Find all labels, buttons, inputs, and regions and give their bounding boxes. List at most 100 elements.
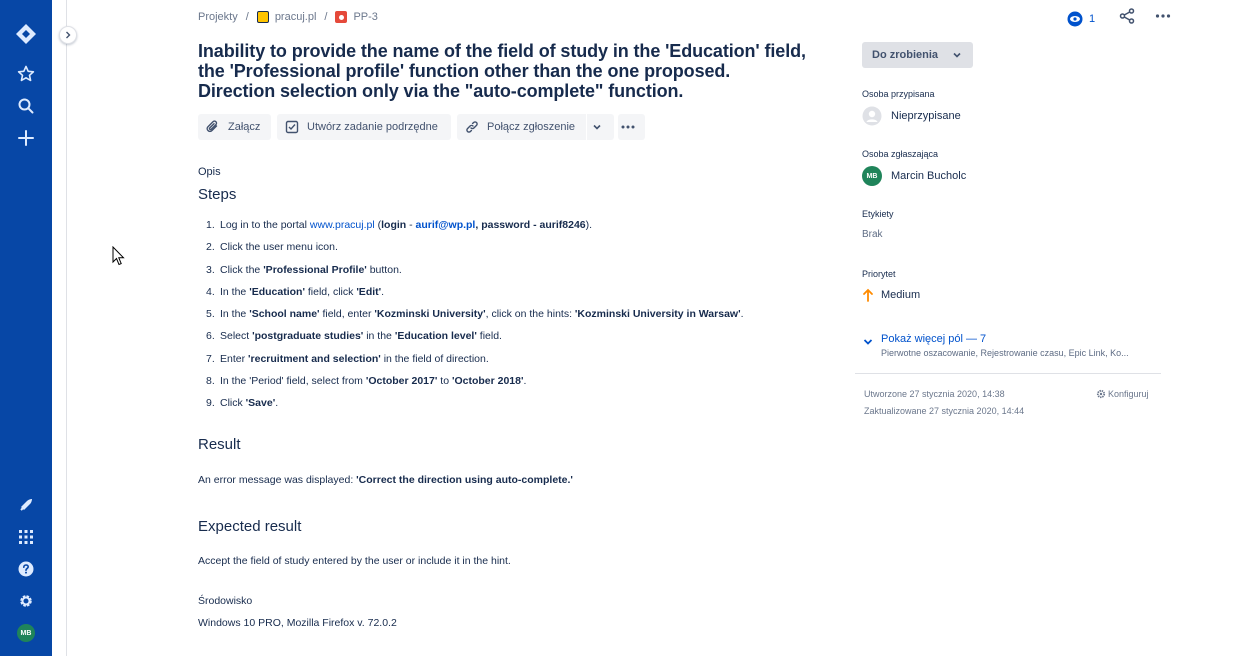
labels-label: Etykiety bbox=[862, 209, 894, 219]
step-text-part: Enter bbox=[220, 352, 249, 365]
issue-actions-top: 1 bbox=[1067, 8, 1171, 29]
breadcrumb-project-link[interactable]: pracuj.pl bbox=[275, 11, 317, 23]
share-button[interactable] bbox=[1119, 8, 1135, 29]
step-number: 9. bbox=[206, 397, 215, 410]
step-item: 3. Click the 'Professional Profile' butto… bbox=[198, 263, 818, 285]
step-text-part: . bbox=[381, 285, 385, 298]
priority-label: Priorytet bbox=[862, 269, 896, 279]
issue-title[interactable]: Inability to provide the name of the fie… bbox=[198, 41, 838, 101]
more-actions-button[interactable] bbox=[1155, 8, 1171, 29]
step-text-part: field. bbox=[476, 330, 502, 343]
step-text-part: 'Education level' bbox=[394, 330, 477, 343]
step-link[interactable]: aurif@wp.pl bbox=[416, 219, 476, 231]
result-heading: Result bbox=[198, 436, 241, 453]
created-timestamp: Utworzone 27 stycznia 2020, 14:38 bbox=[864, 389, 1005, 399]
step-text-part: 'recruitment and selection' bbox=[248, 352, 381, 365]
attach-button[interactable]: Załącz bbox=[198, 114, 271, 140]
priority-field[interactable]: Medium bbox=[862, 288, 920, 302]
reporter-value: Marcin Bucholc bbox=[891, 170, 967, 182]
step-text-part: ). bbox=[585, 219, 593, 231]
link-issue-label: Połącz zgłoszenie bbox=[487, 121, 576, 133]
step-text-part: field, click bbox=[304, 285, 357, 298]
link-icon bbox=[466, 121, 478, 133]
show-more-fields[interactable]: Pokaż więcej pól — 7 Pierwotne oszacowan… bbox=[862, 333, 1129, 358]
expected-heading: Expected result bbox=[198, 518, 302, 535]
create-subtask-button[interactable]: Utwórz zadanie podrzędne bbox=[277, 114, 451, 140]
jira-logo-icon[interactable] bbox=[14, 22, 38, 46]
step-text-part: 'Save' bbox=[245, 397, 276, 410]
step-text: Click the 'Professional Profile' button. bbox=[220, 263, 402, 285]
step-text-part: button. bbox=[366, 263, 402, 276]
more-horizontal-icon bbox=[1156, 14, 1171, 18]
step-text: Select 'postgraduate studies' in the 'Ed… bbox=[220, 329, 502, 351]
breadcrumb-projects-link[interactable]: Projekty bbox=[198, 11, 238, 23]
step-number: 5. bbox=[206, 308, 215, 321]
step-text-part: Log in to the portal bbox=[220, 219, 310, 231]
step-number: 4. bbox=[206, 285, 215, 298]
create-subtask-label: Utwórz zadanie podrzędne bbox=[307, 121, 438, 133]
chevron-down-icon bbox=[953, 52, 961, 58]
step-link[interactable]: www.pracuj.pl bbox=[310, 219, 375, 231]
show-more-fields-label: Pokaż więcej pól — 7 bbox=[881, 333, 987, 345]
expected-text: Accept the field of study entered by the… bbox=[198, 555, 511, 567]
create-plus-icon[interactable] bbox=[14, 126, 38, 150]
step-text-part: . bbox=[523, 375, 527, 388]
search-icon[interactable] bbox=[14, 94, 38, 118]
settings-gear-icon[interactable] bbox=[14, 589, 38, 613]
configure-button[interactable]: Konfiguruj bbox=[1096, 389, 1149, 399]
step-item: 2. Click the user menu icon. bbox=[198, 240, 818, 262]
step-number: 8. bbox=[206, 375, 215, 388]
step-text-part: In the bbox=[220, 285, 250, 298]
breadcrumb: Projekty / pracuj.pl / PP-3 bbox=[198, 10, 378, 24]
step-text-part: 'October 2018' bbox=[451, 375, 524, 388]
reporter-field[interactable]: MB Marcin Bucholc bbox=[862, 166, 966, 186]
chevron-down-icon bbox=[863, 339, 873, 345]
step-item: 8. In the 'Period' field, select from 'Oc… bbox=[198, 374, 818, 396]
step-text-part: in the bbox=[363, 330, 395, 343]
sidebar-collapsed-area bbox=[52, 0, 67, 656]
step-text: Enter 'recruitment and selection' in the… bbox=[220, 352, 489, 374]
more-toolbar-actions-button[interactable] bbox=[618, 114, 645, 140]
step-text-part: field, enter bbox=[319, 308, 375, 321]
eye-icon bbox=[1067, 11, 1083, 26]
assignee-field[interactable]: Nieprzypisane bbox=[862, 106, 961, 126]
expand-sidebar-button[interactable] bbox=[59, 26, 77, 44]
step-text-part: - bbox=[406, 219, 416, 231]
help-icon[interactable] bbox=[14, 557, 38, 581]
step-text-part: to bbox=[437, 375, 452, 388]
step-text-part: 'Kozminski University' bbox=[374, 308, 486, 321]
status-dropdown-button[interactable]: Do zrobienia bbox=[862, 42, 973, 68]
chevron-right-icon bbox=[66, 31, 71, 39]
step-number: 7. bbox=[206, 352, 215, 365]
environment-value[interactable]: Windows 10 PRO, Mozilla Firefox v. 72.0.… bbox=[198, 617, 397, 629]
labels-value[interactable]: Brak bbox=[862, 229, 883, 240]
star-icon[interactable] bbox=[14, 62, 38, 86]
issue-description[interactable]: Opis Steps 1. Log in to the portal www.pr… bbox=[198, 166, 818, 629]
step-text-part: . bbox=[275, 397, 279, 410]
step-text-part: , click on the hints: bbox=[485, 308, 575, 321]
link-issue-dropdown[interactable] bbox=[587, 114, 614, 140]
steps-list: 1. Log in to the portal www.pracuj.pl (lo… bbox=[198, 218, 818, 419]
app-switcher-icon[interactable] bbox=[14, 525, 38, 549]
link-issue-button[interactable]: Połącz zgłoszenie bbox=[457, 114, 586, 140]
status-label: Do zrobienia bbox=[872, 49, 939, 61]
step-item: 6. Select 'postgraduate studies' in the '… bbox=[198, 329, 818, 351]
step-item: 7. Enter 'recruitment and selection' in t… bbox=[198, 352, 818, 374]
watchers-button[interactable]: 1 bbox=[1067, 11, 1095, 27]
user-avatar[interactable]: MB bbox=[14, 621, 38, 645]
step-text-part: , password - aurif8246 bbox=[475, 219, 586, 231]
breadcrumb-issue-key[interactable]: PP-3 bbox=[353, 11, 377, 23]
avatar: MB bbox=[17, 624, 35, 642]
environment-label: Środowisko bbox=[198, 595, 253, 607]
issue-toolbar: Załącz Utwórz zadanie podrzędne Połącz z… bbox=[198, 114, 645, 140]
step-text-part: 'School name' bbox=[249, 308, 320, 321]
step-text-part: Click the bbox=[220, 263, 264, 276]
step-text: In the 'Period' field, select from 'Octo… bbox=[220, 374, 526, 396]
step-number: 2. bbox=[206, 241, 215, 254]
notifications-icon[interactable] bbox=[14, 493, 38, 517]
step-text-part: In the bbox=[220, 308, 250, 321]
more-fields-summary: Pierwotne oszacowanie, Rejestrowanie cza… bbox=[881, 348, 1129, 358]
issue-title-line: the 'Professional profile' function othe… bbox=[198, 61, 731, 81]
step-text-part: 'October 2017' bbox=[365, 375, 438, 388]
step-text: Click 'Save'. bbox=[220, 396, 278, 418]
